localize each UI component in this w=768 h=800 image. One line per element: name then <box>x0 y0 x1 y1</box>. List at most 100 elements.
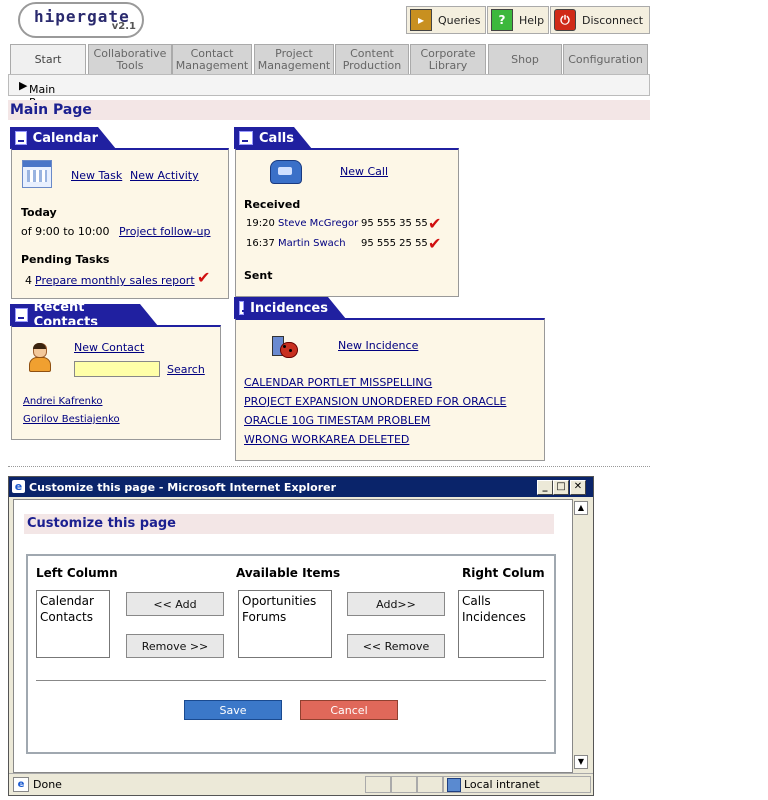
list-item[interactable]: Calendar <box>40 593 106 609</box>
checkmark-icon: ✔ <box>428 234 442 253</box>
new-call-link[interactable]: New Call <box>340 165 388 178</box>
contact-icon <box>28 343 51 372</box>
left-column-list[interactable]: Calendar Contacts <box>36 590 110 658</box>
save-button[interactable]: Save <box>184 700 282 720</box>
incidence-link[interactable]: WRONG WORKAREA DELETED <box>244 433 409 446</box>
tab-start[interactable]: Start <box>10 44 86 75</box>
call-row: 19:20 Steve McGregor 95 555 35 55 ✔ <box>246 214 446 234</box>
tab-contact-management[interactable]: Contact Management <box>172 44 252 75</box>
help-button[interactable]: ? Help <box>487 6 549 34</box>
tab-configuration[interactable]: Configuration <box>563 44 648 75</box>
breadcrumb: ▶ Main Page <box>8 74 650 109</box>
new-activity-link[interactable]: New Activity <box>130 169 199 182</box>
queries-icon: ▸ <box>410 9 432 31</box>
incidence-link[interactable]: CALENDAR PORTLET MISSPELLING <box>244 376 432 389</box>
left-column-label: Left Column <box>36 566 118 580</box>
tab-collaborative-tools[interactable]: Collaborative Tools <box>88 44 172 75</box>
add-right-button[interactable]: Add>> <box>347 592 445 616</box>
hipergate-logo: hipergate v2.1 <box>18 2 144 38</box>
breadcrumb-item[interactable]: ▶ Main Page <box>19 79 56 109</box>
window-title: Customize this page - Microsoft Internet… <box>29 481 337 494</box>
add-left-button[interactable]: << Add <box>126 592 224 616</box>
contact-link[interactable]: Andrei Kafrenko <box>23 396 103 407</box>
calendar-portlet-header: Calendar <box>10 127 98 149</box>
cancel-button[interactable]: Cancel <box>300 700 398 720</box>
status-pane <box>391 776 417 793</box>
calls-title: Calls <box>259 130 294 146</box>
minimize-window-button[interactable]: _ <box>537 480 553 495</box>
status-pane <box>365 776 391 793</box>
calendar-title: Calendar <box>32 130 98 146</box>
contact-search-input[interactable] <box>74 361 160 377</box>
pending-tasks-label: Pending Tasks <box>21 253 110 266</box>
list-item[interactable]: Forums <box>242 609 328 625</box>
intranet-icon <box>447 778 461 792</box>
customize-panel: Left Column Available Items Right Colum … <box>26 554 556 754</box>
status-bar: e Done Local intranet <box>9 773 593 794</box>
call-name[interactable]: Martin Swach <box>278 238 346 249</box>
right-column-label: Right Colum <box>462 566 545 580</box>
call-phone: 95 555 35 55 <box>361 218 428 229</box>
sent-label: Sent <box>244 269 273 282</box>
new-task-link[interactable]: New Task <box>71 169 122 182</box>
minimize-icon[interactable] <box>15 308 28 322</box>
checkmark-icon: ✔ <box>428 214 442 233</box>
header-tab-edge <box>294 127 312 149</box>
new-incidence-link[interactable]: New Incidence <box>338 339 418 352</box>
call-name[interactable]: Steve McGregor <box>278 218 358 229</box>
queries-button[interactable]: ▸ Queries <box>406 6 486 34</box>
list-item[interactable]: Incidences <box>462 609 540 625</box>
contact-link[interactable]: Gorilov Bestiajenko <box>23 414 120 425</box>
help-label: Help <box>519 13 545 27</box>
list-item[interactable]: Calls <box>462 593 540 609</box>
minimize-icon[interactable] <box>239 131 253 145</box>
calls-portlet-header: Calls <box>234 127 294 149</box>
search-link[interactable]: Search <box>167 363 205 376</box>
minimize-icon[interactable] <box>239 301 249 315</box>
logo-version: v2.1 <box>111 21 136 32</box>
available-items-label: Available Items <box>236 566 341 580</box>
today-time: of 9:00 to 10:00 <box>21 225 110 238</box>
page-title-bar: Main Page <box>8 100 650 120</box>
new-contact-link[interactable]: New Contact <box>74 341 144 354</box>
call-phone: 95 555 25 55 <box>361 238 428 249</box>
right-column-list[interactable]: Calls Incidences <box>458 590 544 658</box>
scroll-up-arrow[interactable]: ▲ <box>574 501 588 515</box>
maximize-window-button[interactable]: □ <box>553 480 569 495</box>
available-items-list[interactable]: Oportunities Forums <box>238 590 332 658</box>
phone-icon <box>270 160 302 184</box>
header-tab-edge <box>140 304 158 326</box>
tab-corporate-library[interactable]: Corporate Library <box>410 44 486 75</box>
contacts-portlet: New Contact Search Andrei Kafrenko Goril… <box>11 325 221 440</box>
disconnect-button[interactable]: ⏻ Disconnect <box>550 6 650 34</box>
vertical-scrollbar[interactable]: ▲ ▼ <box>573 499 589 771</box>
incidence-link[interactable]: PROJECT EXPANSION UNORDERED FOR ORACLE <box>244 395 506 408</box>
list-item[interactable]: Contacts <box>40 609 106 625</box>
minimize-icon[interactable] <box>15 131 27 145</box>
header-tab-edge <box>98 127 116 149</box>
tab-content-production[interactable]: Content Production <box>335 44 409 75</box>
incidence-link[interactable]: ORACLE 10G TIMESTAM PROBLEM <box>244 414 430 427</box>
call-time: 19:20 <box>246 218 275 229</box>
window-content: Customize this page Left Column Availabl… <box>13 499 573 773</box>
queries-label: Queries <box>438 13 481 27</box>
ie-icon: e <box>12 480 25 493</box>
incidences-title: Incidences <box>250 300 328 316</box>
checkmark-icon: ✔ <box>197 268 211 287</box>
tab-shop[interactable]: Shop <box>488 44 562 75</box>
close-window-button[interactable]: ✕ <box>570 480 586 495</box>
remove-right-button[interactable]: << Remove <box>347 634 445 658</box>
bug-icon <box>268 332 300 362</box>
pending-task-link[interactable]: Prepare monthly sales report <box>35 274 195 287</box>
scroll-down-arrow[interactable]: ▼ <box>574 755 588 769</box>
remove-left-button[interactable]: Remove >> <box>126 634 224 658</box>
main-tabs: Start Collaborative Tools Contact Manage… <box>8 44 648 75</box>
today-label: Today <box>21 206 57 219</box>
list-item[interactable]: Oportunities <box>242 593 328 609</box>
customize-heading: Customize this page <box>27 516 176 531</box>
tab-project-management[interactable]: Project Management <box>254 44 334 75</box>
window-titlebar[interactable]: e Customize this page - Microsoft Intern… <box>9 477 593 497</box>
customize-heading-bar: Customize this page <box>24 514 554 534</box>
today-event-link[interactable]: Project follow-up <box>119 225 211 238</box>
call-time: 16:37 <box>246 238 275 249</box>
